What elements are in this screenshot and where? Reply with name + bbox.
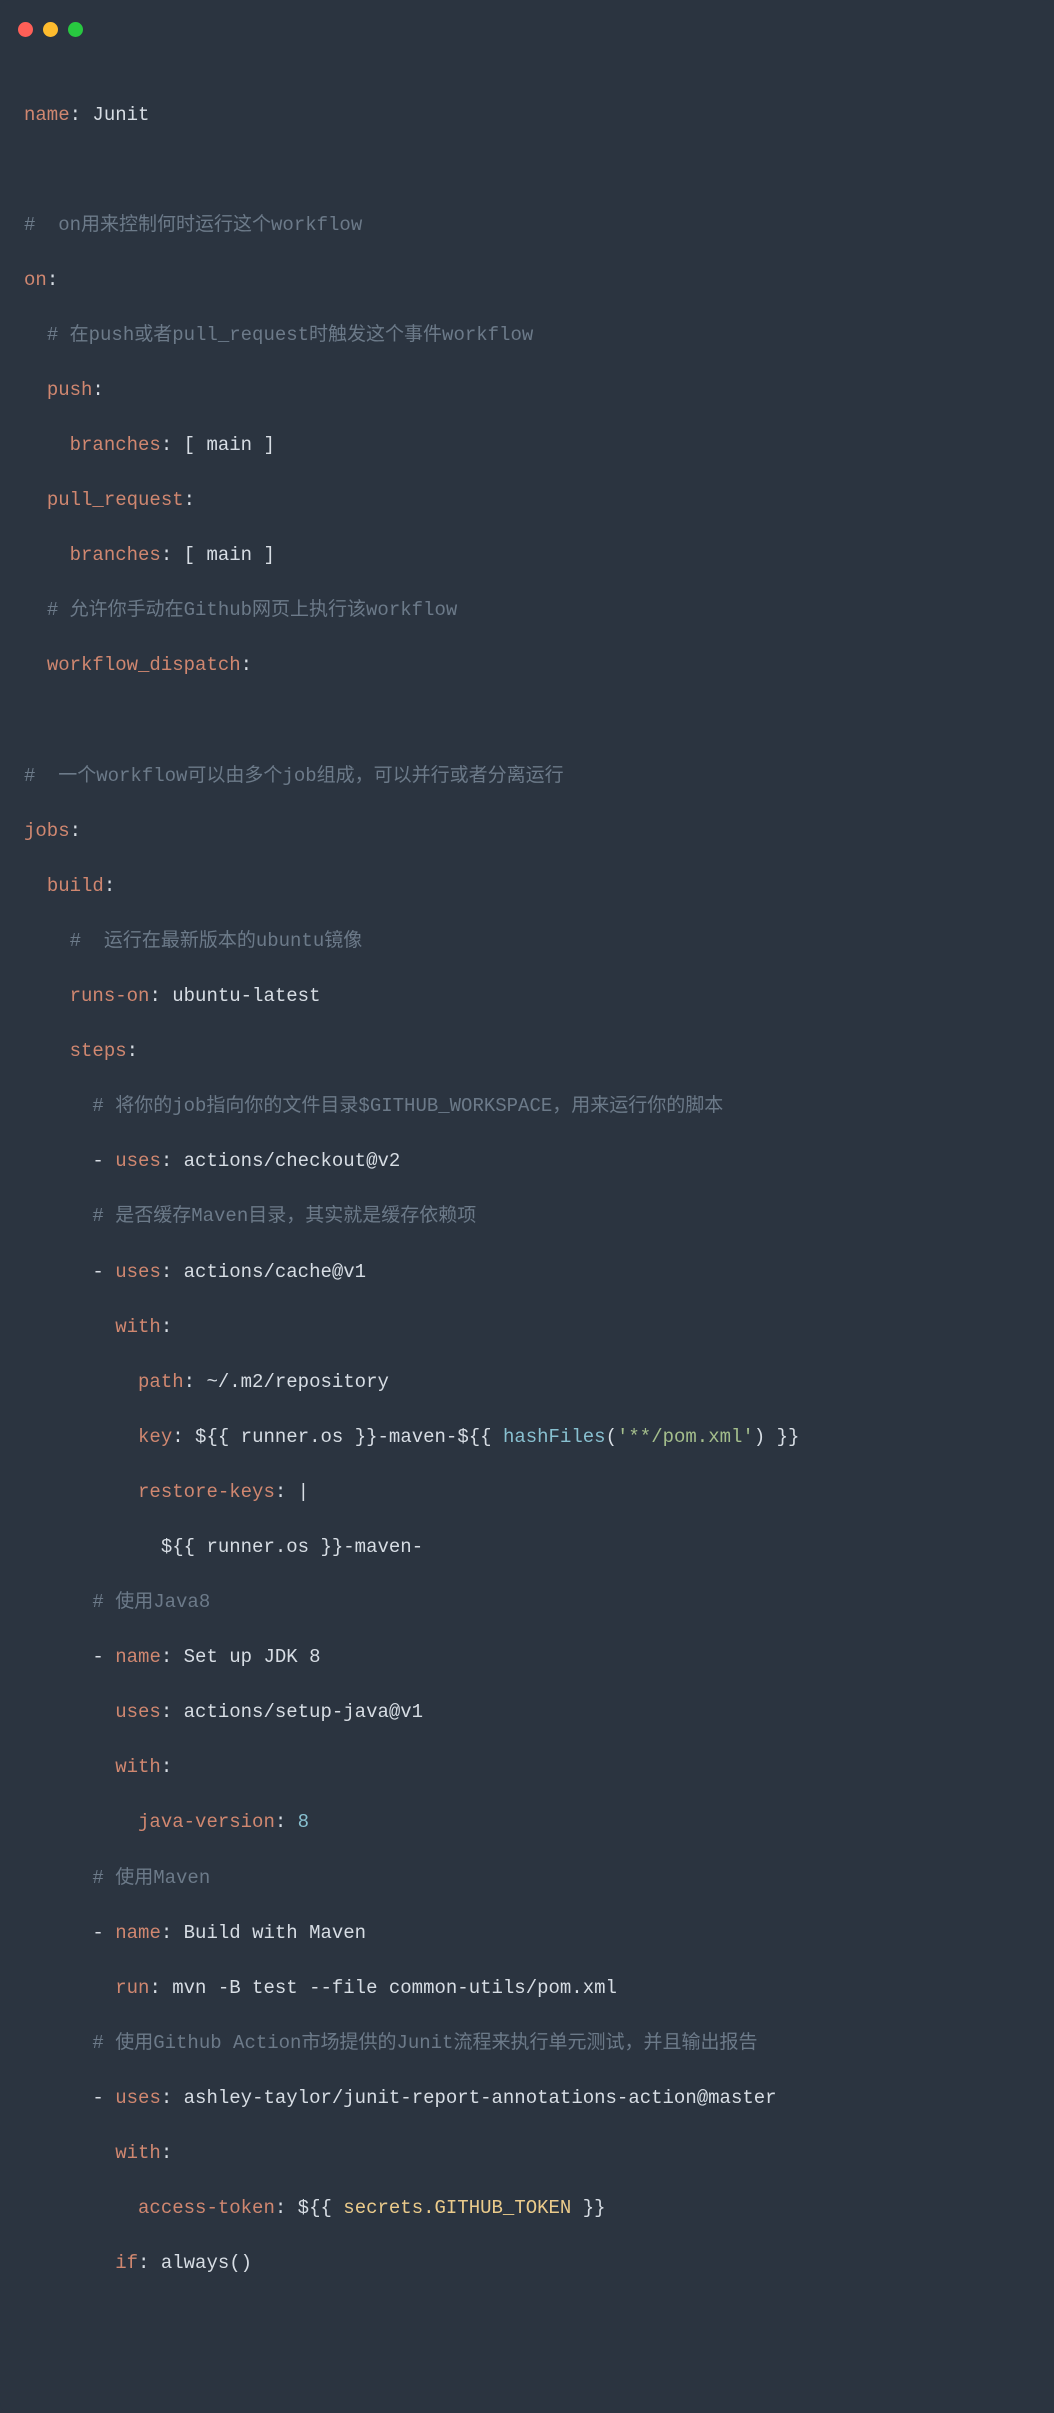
yaml-key: with bbox=[115, 1316, 161, 1338]
yaml-comment: # 使用Java8 bbox=[92, 1591, 210, 1613]
yaml-comment: # 使用Github Action市场提供的Junit流程来执行单元测试，并且输… bbox=[92, 2032, 757, 2054]
yaml-value: 8 bbox=[286, 1811, 309, 1833]
yaml-value: ~/.m2/repository bbox=[195, 1371, 389, 1393]
minimize-icon[interactable] bbox=[43, 22, 58, 37]
yaml-key: name bbox=[115, 1646, 161, 1668]
yaml-key: uses bbox=[115, 1150, 161, 1172]
yaml-value: [ main ] bbox=[172, 544, 275, 566]
zoom-icon[interactable] bbox=[68, 22, 83, 37]
yaml-value: Junit bbox=[81, 104, 149, 126]
dash-icon: - bbox=[92, 1922, 115, 1944]
yaml-comment: # 在push或者pull_request时触发这个事件workflow bbox=[47, 324, 533, 346]
yaml-value: ubuntu-latest bbox=[161, 985, 321, 1007]
yaml-comment: # 允许你手动在Github网页上执行该workflow bbox=[47, 599, 457, 621]
yaml-value: Build with Maven bbox=[172, 1922, 366, 1944]
yaml-key: branches bbox=[70, 544, 161, 566]
yaml-key: pull_request bbox=[47, 489, 184, 511]
yaml-comment: # 将你的job指向你的文件目录$GITHUB_WORKSPACE，用来运行你的… bbox=[92, 1095, 723, 1117]
yaml-key: run bbox=[115, 1977, 149, 1999]
yaml-value: actions/setup-java@v1 bbox=[172, 1701, 423, 1723]
yaml-key: with bbox=[115, 1756, 161, 1778]
yaml-comment: # 是否缓存Maven目录，其实就是缓存依赖项 bbox=[92, 1205, 476, 1227]
yaml-comment: # 一个workflow可以由多个job组成，可以并行或者分离运行 bbox=[24, 765, 564, 787]
yaml-value: mvn -B test --file common-utils/pom.xml bbox=[161, 1977, 617, 1999]
dash-icon: - bbox=[92, 2087, 115, 2109]
yaml-key: push bbox=[47, 379, 93, 401]
yaml-key: on bbox=[24, 269, 47, 291]
yaml-key: path bbox=[138, 1371, 184, 1393]
dash-icon: - bbox=[92, 1646, 115, 1668]
window-titlebar bbox=[0, 0, 1054, 44]
yaml-key: java-version bbox=[138, 1811, 275, 1833]
dash-icon: - bbox=[92, 1150, 115, 1172]
yaml-key: uses bbox=[115, 2087, 161, 2109]
yaml-value: [ main ] bbox=[172, 434, 275, 456]
dash-icon: - bbox=[92, 1261, 115, 1283]
yaml-value: always() bbox=[149, 2252, 252, 2274]
yaml-value: actions/checkout@v2 bbox=[172, 1150, 400, 1172]
yaml-key: key bbox=[138, 1426, 172, 1448]
yaml-key: uses bbox=[115, 1261, 161, 1283]
close-icon[interactable] bbox=[18, 22, 33, 37]
yaml-key: with bbox=[115, 2142, 161, 2164]
yaml-comment: # on用来控制何时运行这个workflow bbox=[24, 214, 362, 236]
yaml-key: name bbox=[24, 104, 70, 126]
yaml-value: ashley-taylor/junit-report-annotations-a… bbox=[172, 2087, 776, 2109]
yaml-key: restore-keys bbox=[138, 1481, 275, 1503]
yaml-comment: # 运行在最新版本的ubuntu镜像 bbox=[70, 930, 363, 952]
yaml-key: uses bbox=[115, 1701, 161, 1723]
yaml-key: runs-on bbox=[70, 985, 150, 1007]
yaml-value: Set up JDK 8 bbox=[172, 1646, 320, 1668]
yaml-code-block: name: Junit # on用来控制何时运行这个workflow on: #… bbox=[0, 44, 1054, 2413]
code-window: name: Junit # on用来控制何时运行这个workflow on: #… bbox=[0, 0, 1054, 2413]
yaml-key: build bbox=[47, 875, 104, 897]
yaml-key: jobs bbox=[24, 820, 70, 842]
yaml-key: steps bbox=[70, 1040, 127, 1062]
yaml-value: actions/cache@v1 bbox=[172, 1261, 366, 1283]
yaml-key: if bbox=[115, 2252, 138, 2274]
yaml-key: branches bbox=[70, 434, 161, 456]
yaml-key: access-token bbox=[138, 2197, 275, 2219]
yaml-key: workflow_dispatch bbox=[47, 654, 241, 676]
yaml-comment: # 使用Maven bbox=[92, 1867, 210, 1889]
yaml-key: name bbox=[115, 1922, 161, 1944]
